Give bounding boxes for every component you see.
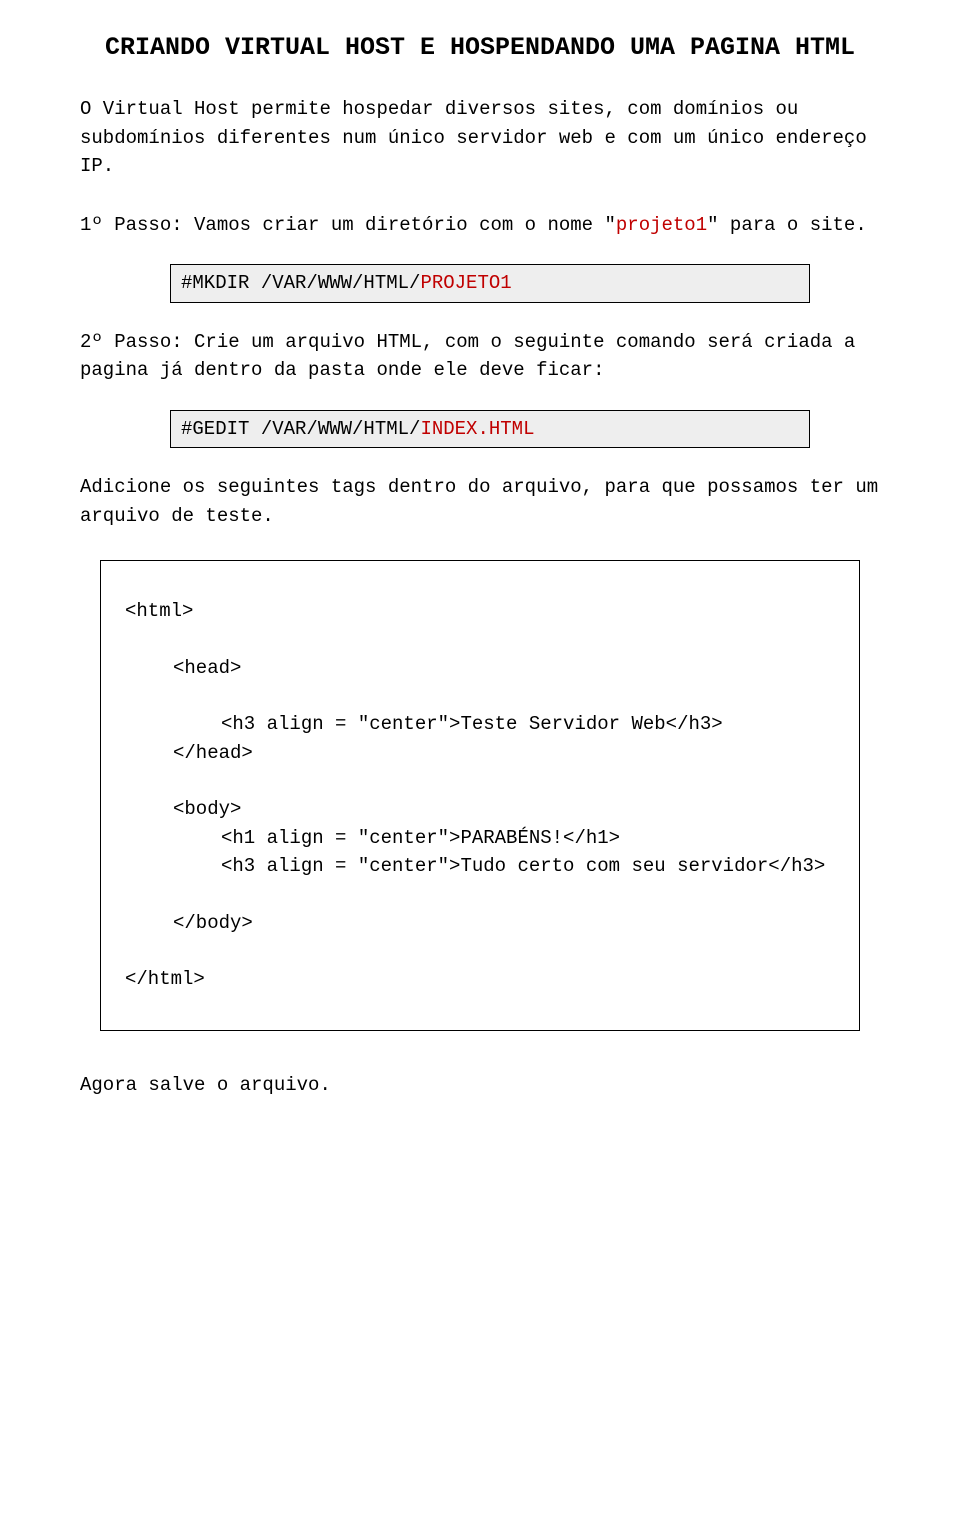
code-html-close: </html> (125, 965, 835, 994)
command-box-1: #MKDIR /VAR/WWW/HTML/PROJETO1 (170, 264, 810, 303)
code-h3b: <h3 align = "center">Tudo certo com seu … (221, 852, 835, 881)
paragraph-3: Adicione os seguintes tags dentro do arq… (80, 473, 880, 530)
command-box-2: #GEDIT /VAR/WWW/HTML/INDEX.HTML (170, 410, 810, 449)
code-h1: <h1 align = "center">PARABÉNS!</h1> (221, 824, 835, 853)
code-html-open: <html> (125, 597, 835, 626)
cmd1-text: #MKDIR /VAR/WWW/HTML/ (181, 272, 420, 294)
step1-text-b: " para o site. (707, 214, 867, 236)
code-block: <html> <head> <h3 align = "center">Teste… (100, 560, 860, 1031)
step1-text-a: 1º Passo: Vamos criar um diretório com o… (80, 214, 616, 236)
outro: Agora salve o arquivo. (80, 1071, 880, 1100)
step1: 1º Passo: Vamos criar um diretório com o… (80, 211, 880, 240)
cmd2-text: #GEDIT /VAR/WWW/HTML/ (181, 418, 420, 440)
page-title: CRIANDO VIRTUAL HOST E HOSPENDANDO UMA P… (80, 30, 880, 65)
intro-paragraph: O Virtual Host permite hospedar diversos… (80, 95, 880, 181)
code-head-open: <head> (173, 654, 835, 683)
code-body-close: </body> (173, 909, 835, 938)
cmd1-highlight: PROJETO1 (420, 272, 511, 294)
step1-highlight: projeto1 (616, 214, 707, 236)
code-body-open: <body> (173, 795, 835, 824)
code-h3a: <h3 align = "center">Teste Servidor Web<… (221, 710, 835, 739)
step2: 2º Passo: Crie um arquivo HTML, com o se… (80, 328, 880, 385)
cmd2-highlight: INDEX.HTML (420, 418, 534, 440)
code-head-close: </head> (173, 739, 835, 768)
